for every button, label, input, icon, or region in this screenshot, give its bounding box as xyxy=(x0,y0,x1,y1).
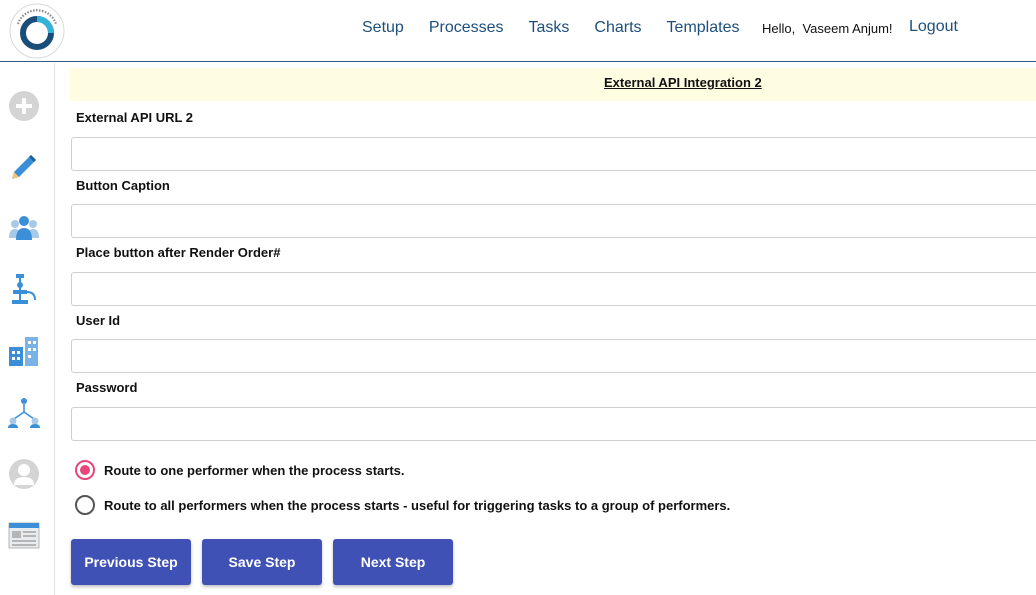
previous-step-button[interactable]: Previous Step xyxy=(71,539,191,585)
route-one-label: Route to one performer when the process … xyxy=(104,462,405,478)
button-caption-input[interactable] xyxy=(71,204,1036,238)
external-api-url-input[interactable] xyxy=(71,137,1036,171)
nav-templates[interactable]: Templates xyxy=(667,18,740,38)
password-input[interactable] xyxy=(71,407,1036,441)
nav-tasks[interactable]: Tasks xyxy=(529,18,570,38)
pencil-icon[interactable] xyxy=(8,151,40,183)
nav-setup[interactable]: Setup xyxy=(362,18,404,38)
save-step-button[interactable]: Save Step xyxy=(202,539,322,585)
top-header: Setup Processes Tasks Charts Templates H… xyxy=(0,0,1036,62)
user-id-input[interactable] xyxy=(71,339,1036,373)
route-one-option[interactable]: Route to one performer when the process … xyxy=(75,460,405,480)
render-order-input[interactable] xyxy=(71,272,1036,306)
route-all-option[interactable]: Route to all performers when the process… xyxy=(75,495,730,515)
route-all-radio[interactable] xyxy=(75,495,95,515)
add-icon[interactable] xyxy=(8,90,40,122)
users-icon[interactable] xyxy=(8,212,40,244)
network-icon[interactable] xyxy=(8,397,40,429)
nav-processes[interactable]: Processes xyxy=(429,18,504,38)
main-content: External API Integration 2 External API … xyxy=(70,63,1036,595)
main-nav: Setup Processes Tasks Charts Templates xyxy=(362,18,764,38)
section-title: External API Integration 2 xyxy=(604,75,762,90)
user-greeting: Hello, Vaseem Anjum! xyxy=(762,21,893,36)
logout-link[interactable]: Logout xyxy=(909,18,958,36)
render-order-label: Place button after Render Order# xyxy=(76,245,281,260)
password-label: Password xyxy=(76,380,138,395)
buildings-icon[interactable] xyxy=(8,335,40,367)
next-step-button[interactable]: Next Step xyxy=(333,539,453,585)
section-header: External API Integration 2 xyxy=(70,68,1036,101)
logo[interactable] xyxy=(8,2,66,60)
user-avatar-icon[interactable] xyxy=(8,458,40,490)
button-caption-label: Button Caption xyxy=(76,178,170,193)
route-all-label: Route to all performers when the process… xyxy=(104,497,731,513)
form-template-icon[interactable] xyxy=(8,519,40,551)
user-id-label: User Id xyxy=(76,313,121,328)
route-one-radio[interactable] xyxy=(75,460,95,480)
external-api-url-label: External API URL 2 xyxy=(76,110,194,125)
nav-charts[interactable]: Charts xyxy=(594,18,641,38)
flowchart-icon[interactable] xyxy=(8,273,40,305)
sidebar xyxy=(0,63,55,595)
